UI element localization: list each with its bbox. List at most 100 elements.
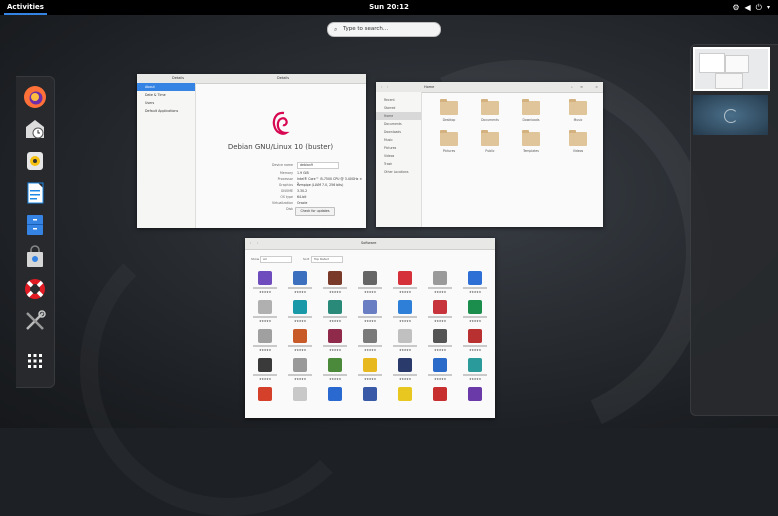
filter-right-dropdown[interactable]: Top Rated (311, 256, 343, 263)
back-arrow-icon[interactable]: ‹ (381, 82, 382, 92)
sidebar-item-default-applications[interactable]: Default Applications (137, 107, 195, 115)
search-input[interactable]: ⌕ Type to search… (327, 22, 441, 37)
sidebar-item-pictures[interactable]: Pictures (376, 144, 421, 152)
app-tile[interactable]: ★★★★★ (461, 297, 489, 325)
folder-label: Music (573, 118, 583, 122)
app-tile-icon (258, 387, 272, 401)
firefox-icon[interactable] (23, 85, 47, 109)
app-tile-name (393, 374, 417, 376)
app-tile[interactable]: ★★★★★ (426, 355, 454, 383)
app-tile[interactable]: ★★★★★ (391, 297, 419, 325)
app-tile[interactable]: ★★★★★ (356, 355, 384, 383)
app-tile[interactable]: ★★★★★ (251, 326, 279, 354)
close-icon[interactable]: × (595, 82, 598, 92)
app-tile-name (463, 374, 487, 376)
software-window[interactable]: ‹ › Software Show All Sort Top Rated ★★★… (245, 238, 495, 418)
folder-icon[interactable] (522, 130, 540, 146)
app-tile[interactable]: ★★★★★ (286, 355, 314, 383)
app-tile[interactable]: ★★★★★ (286, 326, 314, 354)
folder-icon[interactable] (569, 99, 587, 115)
app-tile[interactable] (461, 384, 489, 412)
app-tile[interactable]: ★★★★★ (391, 355, 419, 383)
app-tile[interactable] (391, 384, 419, 412)
app-tile[interactable]: ★★★★★ (461, 326, 489, 354)
app-tile[interactable] (251, 384, 279, 412)
sidebar-item-recent[interactable]: Recent (376, 96, 421, 104)
app-tile[interactable]: ★★★★★ (286, 297, 314, 325)
system-menu[interactable]: ⚙ ◀ ⏻ ▾ (732, 0, 770, 15)
workspace-thumbnail-2[interactable] (693, 95, 768, 135)
app-tile[interactable]: ★★★★★ (391, 326, 419, 354)
files-window[interactable]: ‹ › Home ⌕ ≡ × Recent Starred Home Docum… (376, 82, 603, 227)
app-tile[interactable]: ★★★★★ (321, 355, 349, 383)
top-bar: Activities Sun 20:12 ⚙ ◀ ⏻ ▾ (0, 0, 778, 15)
app-tile[interactable] (286, 384, 314, 412)
sidebar-item-about[interactable]: About (137, 83, 195, 91)
forward-arrow-icon[interactable]: › (257, 238, 258, 249)
app-tile[interactable] (321, 384, 349, 412)
app-tile[interactable]: ★★★★★ (321, 268, 349, 296)
app-tile[interactable]: ★★★★★ (356, 268, 384, 296)
device-name-field[interactable]: debian9 (297, 162, 339, 169)
music-player-icon[interactable] (23, 149, 47, 173)
folder-icon[interactable] (440, 130, 458, 146)
folder-label: Public (485, 149, 495, 153)
app-tile[interactable]: ★★★★★ (321, 297, 349, 325)
app-tile[interactable]: ★★★★★ (391, 268, 419, 296)
sidebar-item-documents[interactable]: Documents (376, 120, 421, 128)
sidebar-item-trash[interactable]: Trash (376, 160, 421, 168)
app-tile[interactable] (356, 384, 384, 412)
app-tile-icon (293, 358, 307, 372)
app-tile[interactable]: ★★★★★ (356, 297, 384, 325)
sidebar-item-other-locations[interactable]: Other Locations (376, 168, 421, 176)
detail-row: Memory 1.9 GiB (235, 171, 365, 176)
app-tile[interactable]: ★★★★★ (426, 326, 454, 354)
folder-icon[interactable] (481, 130, 499, 146)
app-tile[interactable]: ★★★★★ (251, 297, 279, 325)
app-tile-name (428, 287, 452, 289)
sidebar-item-downloads[interactable]: Downloads (376, 128, 421, 136)
sidebar-item-starred[interactable]: Starred (376, 104, 421, 112)
sidebar-item-videos[interactable]: Videos (376, 152, 421, 160)
app-tile-rating: ★★★★★ (364, 319, 376, 323)
clock[interactable]: Sun 20:12 (0, 0, 778, 15)
folder-icon[interactable] (440, 99, 458, 115)
check-updates-button[interactable]: Check for updates (295, 207, 335, 216)
settings-window[interactable]: Details Details About Date & Time Users … (137, 74, 366, 228)
folder-icon[interactable] (481, 99, 499, 115)
search-icon[interactable]: ⌕ (571, 82, 573, 92)
sidebar-item-music[interactable]: Music (376, 136, 421, 144)
app-tile[interactable]: ★★★★★ (251, 268, 279, 296)
detail-key: Disk (286, 207, 293, 211)
folder-icon[interactable] (522, 99, 540, 115)
forward-arrow-icon[interactable]: › (387, 82, 388, 92)
sidebar-item-date-time[interactable]: Date & Time (137, 91, 195, 99)
app-tile-name (323, 374, 347, 376)
app-tile[interactable]: ★★★★★ (286, 268, 314, 296)
app-tile[interactable]: ★★★★★ (356, 326, 384, 354)
app-tile[interactable] (426, 384, 454, 412)
app-tile-icon (433, 358, 447, 372)
folder-icon[interactable] (569, 130, 587, 146)
sidebar-item-users[interactable]: Users (137, 99, 195, 107)
app-tile[interactable]: ★★★★★ (321, 326, 349, 354)
app-tile[interactable]: ★★★★★ (461, 355, 489, 383)
filter-left-dropdown[interactable]: All (260, 256, 292, 263)
tools-icon[interactable] (23, 309, 47, 333)
writer-document-icon[interactable] (23, 181, 47, 205)
app-grid-icon[interactable] (23, 349, 47, 373)
lifebuoy-icon[interactable] (23, 277, 47, 301)
files-sidebar: Recent Starred Home Documents Downloads … (376, 92, 422, 227)
back-arrow-icon[interactable]: ‹ (250, 238, 251, 249)
view-menu-icon[interactable]: ≡ (580, 82, 583, 92)
software-bag-icon[interactable] (23, 245, 47, 269)
file-cabinet-icon[interactable] (23, 213, 47, 237)
app-tile[interactable]: ★★★★★ (251, 355, 279, 383)
app-tile[interactable]: ★★★★★ (461, 268, 489, 296)
mail-clock-icon[interactable] (23, 117, 47, 141)
location-bar[interactable]: Home (424, 82, 434, 92)
app-tile[interactable]: ★★★★★ (426, 297, 454, 325)
app-tile[interactable]: ★★★★★ (426, 268, 454, 296)
sidebar-item-home[interactable]: Home (376, 112, 421, 120)
workspace-thumbnail-1[interactable] (693, 47, 770, 91)
